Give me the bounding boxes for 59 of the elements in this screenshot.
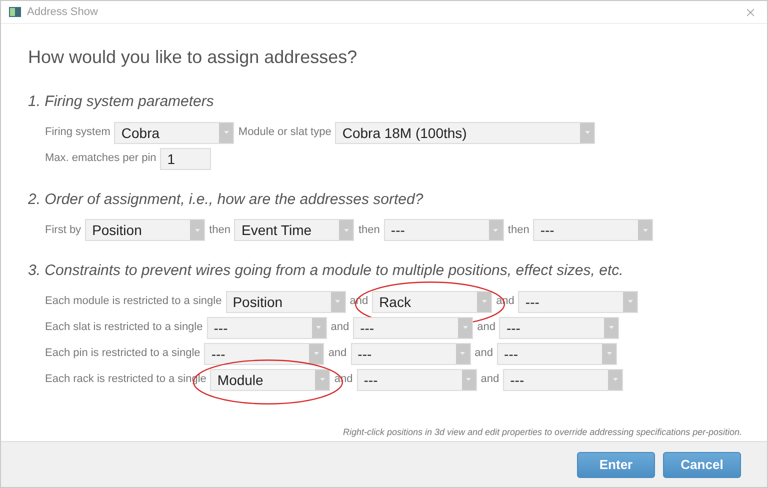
caret-icon [316,326,322,329]
caret-icon [194,228,200,232]
dropdown[interactable]: --- [350,342,471,364]
caret-icon [314,352,319,355]
field-label: Each pin is restricted to a single [45,346,200,362]
dropdown[interactable]: --- [499,316,620,338]
caret-icon [482,300,487,303]
field-label: Max. ematches per pin [45,151,156,166]
dropdown[interactable]: --- [518,290,638,312]
caret-icon [628,300,633,303]
field-label: Module or slat type [238,125,332,140]
dropdown[interactable]: --- [384,219,504,241]
dropdown[interactable]: Position [85,219,206,241]
field-label: then [508,222,530,238]
section-heading: 3. Constraints to prevent wires going from a module to multiple positions, effect sizes, etc. [28,261,624,281]
caret-icon [224,131,229,134]
section-heading: 1. Firing system parameters [28,92,215,112]
page-heading: How would you like to assign addresses? [28,46,358,69]
field-label: Firing system [45,125,110,140]
dropdown[interactable]: --- [204,342,324,364]
field-label: and [328,346,347,362]
window-title: Address Show [27,4,98,20]
section-heading: 2. Order of assignment, i.e., how are the addresses sorted? [28,190,424,210]
dropdown[interactable]: --- [497,342,618,364]
caret-icon [493,228,498,232]
field-label: and [330,320,350,336]
caret-icon [608,326,614,329]
caret-icon [320,378,325,381]
dropdown[interactable]: --- [353,316,474,338]
field-label: First by [45,222,82,238]
field-label: then [358,222,380,238]
field-label: and [474,346,494,362]
caret-icon [642,228,648,232]
field-label: then [209,222,230,238]
dropdown[interactable]: Module [210,368,330,390]
dropdown[interactable]: --- [533,219,654,241]
caret-icon [462,326,468,329]
field-label: Each module is restricted to a single [45,294,222,310]
dropdown[interactable]: Cobra [114,122,234,144]
dropdown[interactable]: Cobra 18M (100ths) [335,122,596,144]
field-label: and [480,372,500,388]
dropdown[interactable]: --- [503,368,624,390]
caret-icon [466,378,472,381]
dropdown[interactable]: Rack [372,290,492,312]
dropdown[interactable]: --- [356,368,477,390]
input-field[interactable]: 1 [160,148,212,170]
app-icon [9,7,21,17]
field-label: Each slat is restricted to a single [45,320,203,336]
caret-icon [335,300,340,303]
caret-icon [460,352,466,355]
hint-text: Right-click positions in 3d view and edit properties to override addressing specifications per-position. [342,426,742,439]
caret-icon [344,228,349,232]
caret-icon [584,131,590,134]
field-label: and [477,320,496,336]
dropdown[interactable]: --- [206,316,327,338]
caret-icon [612,378,618,381]
caret-icon [606,352,612,355]
dropdown[interactable]: Event Time [234,219,354,241]
dropdown[interactable]: Position [226,290,346,312]
